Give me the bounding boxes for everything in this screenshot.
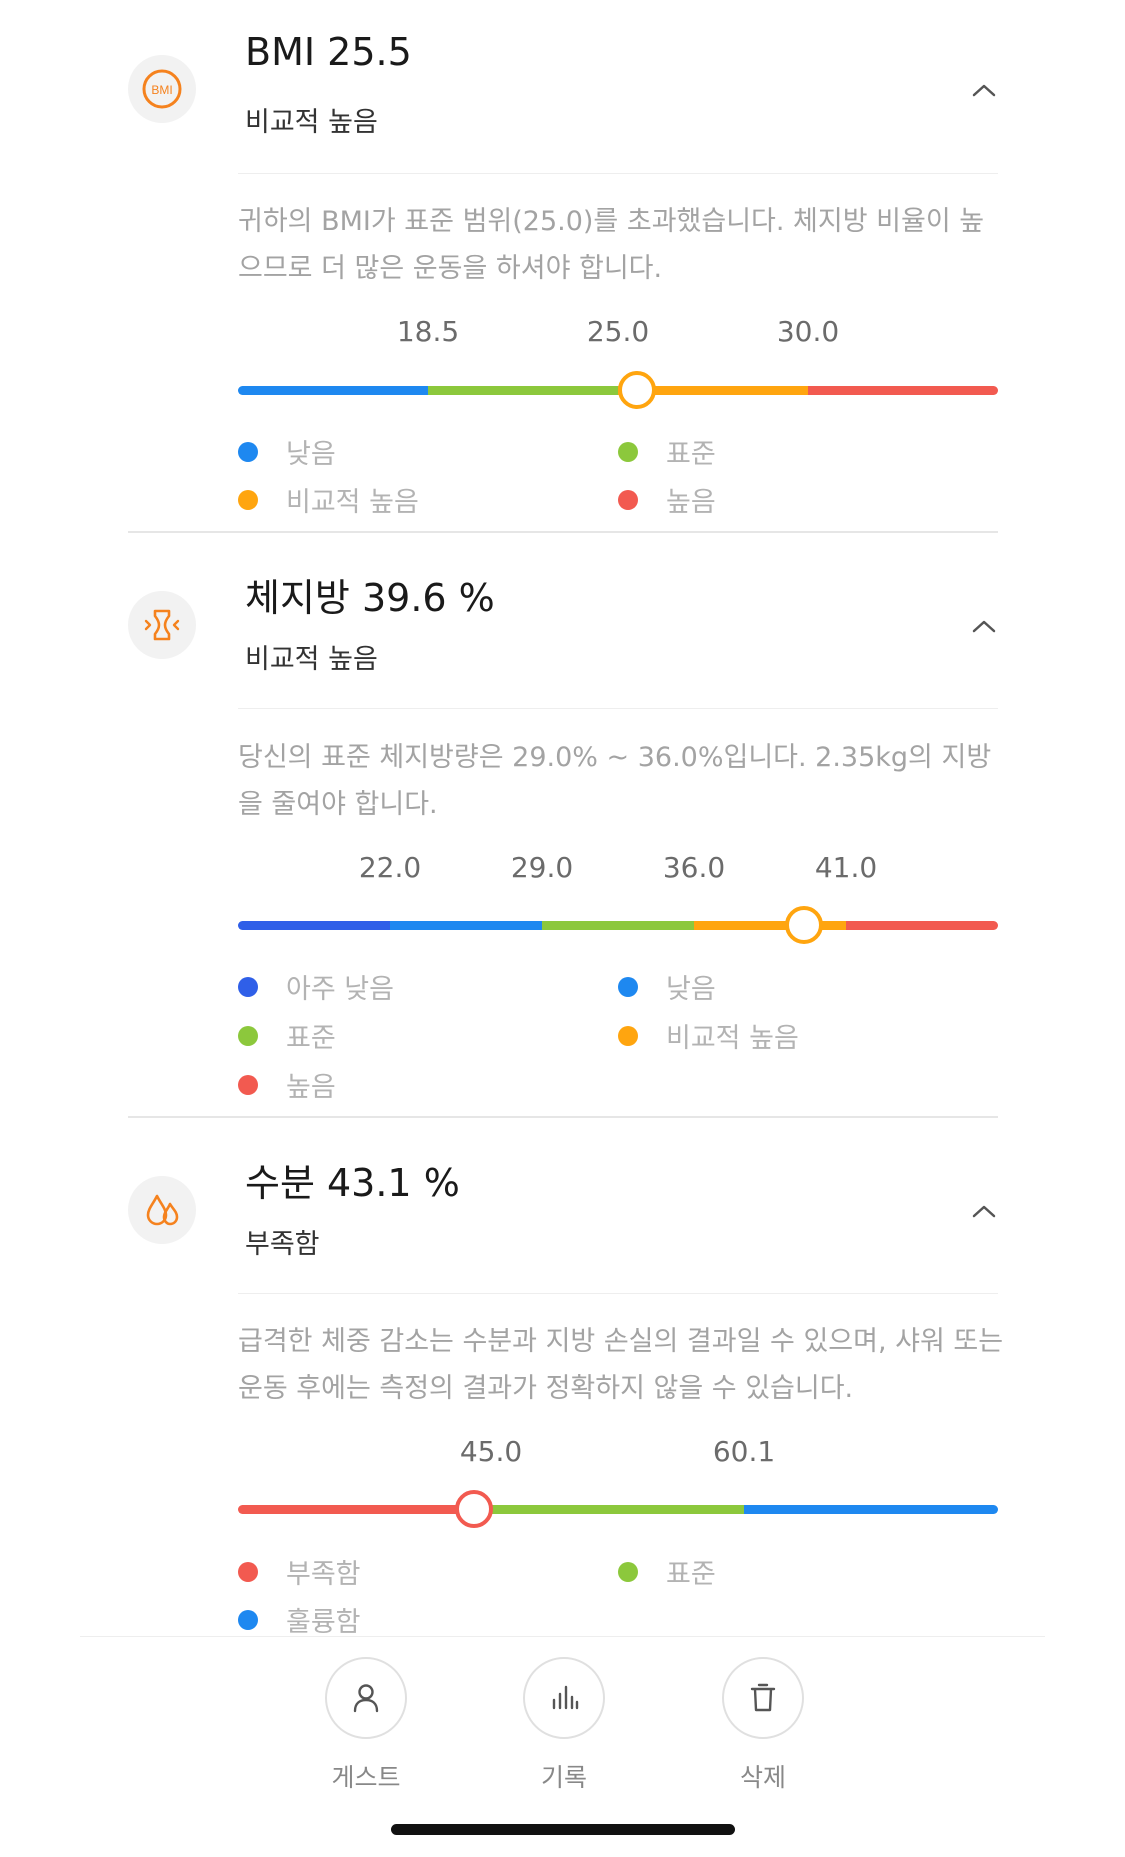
chevron-up-icon[interactable] (966, 1199, 1002, 1223)
range-segment-very-low (238, 921, 390, 930)
history-label: 기록 (540, 1763, 588, 1792)
bmi-icon-text: BMI (151, 83, 172, 97)
legend-item: 표준 (618, 432, 716, 471)
legend-item: 비교적 높음 (618, 1016, 799, 1055)
metric-status: 부족함 (245, 1229, 320, 1260)
legend-dot (238, 1609, 258, 1630)
delete-label: 삭제 (739, 1763, 787, 1792)
water-drops-icon (146, 1194, 179, 1226)
metric-title: 수분 43.1 % (245, 1161, 460, 1205)
section-divider (128, 531, 998, 533)
range-tick: 30.0 (776, 315, 840, 348)
value-marker (454, 1490, 493, 1528)
chevron-up-icon[interactable] (966, 614, 1002, 638)
legend-dot (238, 489, 258, 510)
section-divider (128, 1116, 998, 1118)
metric-status: 비교적 높음 (245, 107, 378, 138)
legend-dot (238, 1074, 258, 1095)
history-button[interactable] (523, 1657, 605, 1739)
legend-item: 높음 (618, 480, 716, 519)
range-segment-standard (491, 1505, 744, 1514)
range-segment-standard (542, 921, 694, 930)
bmi-icon: BMI (142, 69, 182, 109)
range-tick: 25.0 (586, 315, 650, 348)
legend-label: 훌륭함 (286, 1607, 361, 1638)
range-segment-excellent (744, 1505, 998, 1514)
chevron-up-icon[interactable] (966, 78, 1002, 102)
legend-dot (618, 1561, 638, 1582)
legend-dot (238, 441, 258, 462)
range-segment-high (808, 386, 998, 395)
range-segment-low (390, 921, 542, 930)
metric-description: 귀하의 BMI가 표준 범위(25.0)를 초과했습니다. 체지방 비율이 높으… (238, 206, 985, 284)
legend-item: 낮음 (618, 967, 716, 1006)
range-tick: 18.5 (396, 315, 460, 348)
legend-label: 아주 낮음 (286, 974, 394, 1005)
legend-label: 비교적 높음 (666, 1023, 799, 1054)
legend-item: 표준 (238, 1016, 336, 1055)
range-segment-standard (428, 386, 618, 395)
metric-title: BMI 25.5 (245, 30, 412, 74)
body-fat-icon (144, 609, 180, 641)
range-bar (238, 921, 998, 930)
legend-dot (618, 441, 638, 462)
bmi-icon-badge: BMI (128, 55, 196, 123)
legend-label: 부족함 (286, 1559, 361, 1590)
water-icon-badge (128, 1176, 196, 1244)
legend-label: 표준 (666, 439, 716, 470)
legend-item: 아주 낮음 (238, 967, 394, 1006)
legend-label: 비교적 높음 (286, 487, 419, 518)
legend-dot (238, 1561, 258, 1582)
home-indicator[interactable] (391, 1824, 735, 1835)
range-bar (238, 1505, 998, 1514)
legend-label: 표준 (666, 1559, 716, 1590)
metric-title: 체지방 39.6 % (245, 576, 495, 620)
legend-label: 높음 (286, 1072, 336, 1103)
bar-chart-icon (552, 1685, 579, 1710)
range-tick: 29.0 (510, 851, 574, 884)
trash-icon (750, 1683, 776, 1712)
metric-status: 비교적 높음 (245, 644, 378, 675)
person-icon (353, 1684, 379, 1713)
divider (238, 173, 998, 174)
legend-item: 비교적 높음 (238, 480, 419, 519)
legend-label: 낮음 (666, 974, 716, 1005)
range-tick: 45.0 (459, 1435, 523, 1468)
legend-label: 높음 (666, 487, 716, 518)
legend-item: 부족함 (238, 1552, 361, 1591)
action-bar-divider (80, 1636, 1045, 1637)
range-segment-high (846, 921, 998, 930)
divider (238, 1293, 998, 1294)
legend-dot (238, 976, 258, 997)
range-segment-slightly-high (694, 921, 846, 930)
legend-label: 낮음 (286, 439, 336, 470)
guest-button[interactable] (325, 1657, 407, 1739)
legend-dot (238, 1025, 258, 1046)
value-marker (618, 371, 656, 409)
value-marker (785, 906, 824, 944)
legend-label: 표준 (286, 1023, 336, 1054)
range-tick: 22.0 (358, 851, 422, 884)
legend-dot (618, 976, 638, 997)
legend-item: 높음 (238, 1065, 336, 1104)
body-fat-icon-badge (128, 591, 196, 659)
legend-dot (618, 489, 638, 510)
range-segment-insufficient (238, 1505, 491, 1514)
guest-label: 게스트 (331, 1763, 401, 1792)
range-segment-low (238, 386, 428, 395)
delete-button[interactable] (722, 1657, 804, 1739)
range-tick: 60.1 (712, 1435, 776, 1468)
legend-dot (618, 1025, 638, 1046)
legend-item: 훌륭함 (238, 1600, 361, 1639)
legend-item: 낮음 (238, 432, 336, 471)
divider (238, 708, 998, 709)
metric-description: 당신의 표준 체지방량은 29.0% ~ 36.0%입니다. 2.35kg의 지… (238, 742, 992, 820)
metric-description: 급격한 체중 감소는 수분과 지방 손실의 결과일 수 있으며, 샤워 또는 운… (238, 1326, 1004, 1404)
legend-item: 표준 (618, 1552, 716, 1591)
range-tick: 41.0 (814, 851, 878, 884)
range-tick: 36.0 (662, 851, 726, 884)
